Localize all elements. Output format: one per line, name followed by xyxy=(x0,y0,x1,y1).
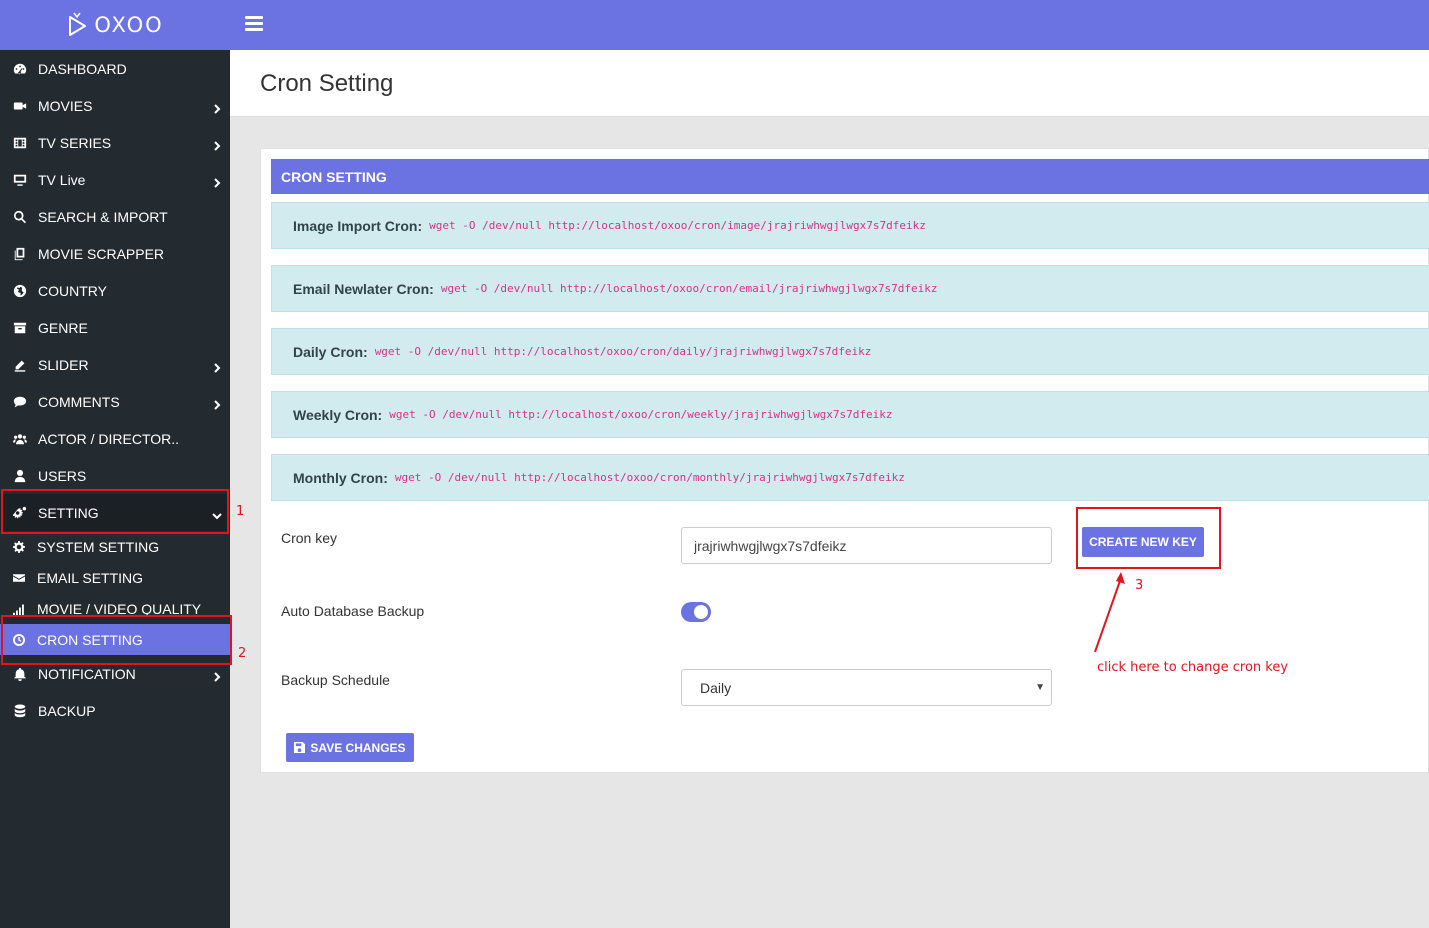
cron-command: wget -O /dev/null http://localhost/oxoo/… xyxy=(389,408,893,421)
cron-command: wget -O /dev/null http://localhost/oxoo/… xyxy=(429,219,926,232)
cron-label: Image Import Cron: xyxy=(293,217,423,234)
sidebar-item-label: COMMENTS xyxy=(38,393,120,410)
annotation-number-2: 2 xyxy=(238,646,247,661)
sidebar-item-label: NOTIFICATION xyxy=(38,665,136,682)
cron-info-email-newsletter: Email Newlater Cron: wget -O /dev/null h… xyxy=(271,265,1429,312)
page-title: Cron Setting xyxy=(260,70,394,97)
sidebar-item-search-import[interactable]: SEARCH & IMPORT xyxy=(0,198,230,235)
search-icon xyxy=(12,209,28,225)
chevron-right-icon xyxy=(212,101,222,114)
sidebar-item-actor-director[interactable]: ACTOR / DIRECTOR.. xyxy=(0,420,230,457)
sidebar-item-dashboard[interactable]: DASHBOARD xyxy=(0,50,230,87)
auto-backup-toggle[interactable] xyxy=(681,602,711,622)
monitor-icon xyxy=(12,172,28,188)
caret-down-icon: ▼ xyxy=(1035,682,1045,693)
video-camera-icon xyxy=(12,98,28,114)
sidebar: OXOO DASHBOARD MOVIES TV SERIES TV Live … xyxy=(0,0,230,928)
cron-key-label: Cron key xyxy=(281,530,338,546)
comment-icon xyxy=(12,394,28,410)
sidebar-subitem-label: SYSTEM SETTING xyxy=(37,538,160,555)
sidebar-item-label: MOVIE SCRAPPER xyxy=(38,245,165,262)
save-changes-button[interactable]: SAVE CHANGES xyxy=(286,733,414,762)
sidebar-item-label: GENRE xyxy=(38,319,88,336)
sidebar-item-label: BACKUP xyxy=(38,702,96,719)
sidebar-item-label: ACTOR / DIRECTOR.. xyxy=(38,430,180,447)
cron-command: wget -O /dev/null http://localhost/oxoo/… xyxy=(394,471,905,484)
sidebar-item-label: MOVIES xyxy=(38,97,93,114)
sidebar-item-comments[interactable]: COMMENTS xyxy=(0,383,230,420)
signal-icon xyxy=(12,602,26,616)
sidebar-item-genre[interactable]: GENRE xyxy=(0,309,230,346)
sidebar-subitem-email-setting[interactable]: EMAIL SETTING xyxy=(0,562,230,593)
sidebar-item-label: DASHBOARD xyxy=(38,60,127,77)
cron-command: wget -O /dev/null http://localhost/oxoo/… xyxy=(440,282,938,295)
sidebar-item-label: USERS xyxy=(38,467,87,484)
cron-label: Monthly Cron: xyxy=(293,469,388,486)
chevron-right-icon xyxy=(212,669,222,682)
users-icon xyxy=(12,431,28,447)
cron-key-input[interactable] xyxy=(681,527,1052,564)
selected-value: Daily xyxy=(700,679,732,696)
sidebar-item-movie-scrapper[interactable]: MOVIE SCRAPPER xyxy=(0,235,230,272)
sidebar-item-country[interactable]: COUNTRY xyxy=(0,272,230,309)
cron-info-weekly: Weekly Cron: wget -O /dev/null http://lo… xyxy=(271,391,1429,438)
archive-icon xyxy=(12,320,28,336)
dashboard-icon xyxy=(12,61,28,77)
auto-backup-label: Auto Database Backup xyxy=(281,603,425,619)
save-label: SAVE CHANGES xyxy=(310,740,406,755)
sidebar-item-label: COUNTRY xyxy=(38,282,107,299)
backup-schedule-label: Backup Schedule xyxy=(281,672,390,688)
cron-info-monthly: Monthly Cron: wget -O /dev/null http://l… xyxy=(271,454,1429,501)
sidebar-item-label: TV Live xyxy=(38,171,86,188)
chevron-right-icon xyxy=(212,138,222,151)
sidebar-item-label: SEARCH & IMPORT xyxy=(38,208,168,225)
page-header: Cron Setting xyxy=(230,50,1429,117)
sidebar-item-label: SLIDER xyxy=(38,356,89,373)
sidebar-subitem-system-setting[interactable]: SYSTEM SETTING xyxy=(0,531,230,562)
logo-bar: OXOO xyxy=(0,0,230,50)
film-icon xyxy=(12,135,28,151)
globe-icon xyxy=(12,283,28,299)
annotation-hint-text: click here to change cron key xyxy=(1097,660,1289,675)
cron-info-image-import: Image Import Cron: wget -O /dev/null htt… xyxy=(271,202,1429,249)
chevron-right-icon xyxy=(212,175,222,188)
save-icon xyxy=(294,742,306,753)
play-logo-icon xyxy=(69,12,87,36)
sidebar-item-tv-live[interactable]: TV Live xyxy=(0,161,230,198)
top-navbar xyxy=(230,0,1429,50)
logo-text: OXOO xyxy=(94,13,164,37)
sidebar-item-backup[interactable]: BACKUP xyxy=(0,692,230,729)
cron-setting-panel: CRON SETTING Image Import Cron: wget -O … xyxy=(260,148,1429,773)
bell-icon xyxy=(12,666,28,682)
annotation-number-1: 1 xyxy=(236,504,245,519)
envelope-icon xyxy=(12,571,26,585)
hamburger-menu-icon[interactable] xyxy=(245,16,263,32)
sidebar-item-tv-series[interactable]: TV SERIES xyxy=(0,124,230,161)
annotation-box-setting xyxy=(1,489,229,534)
cron-label: Email Newlater Cron: xyxy=(293,280,434,297)
cron-label: Daily Cron: xyxy=(293,343,368,360)
sidebar-item-movies[interactable]: MOVIES xyxy=(0,87,230,124)
sliders-icon xyxy=(12,357,28,373)
toggle-knob xyxy=(694,605,708,619)
chevron-right-icon xyxy=(212,360,222,373)
annotation-number-3: 3 xyxy=(1135,578,1144,593)
copy-icon xyxy=(12,246,28,262)
gear-icon xyxy=(12,540,26,554)
annotation-arrow xyxy=(1094,572,1125,653)
user-icon xyxy=(12,468,28,484)
chevron-right-icon xyxy=(212,397,222,410)
cron-command: wget -O /dev/null http://localhost/oxoo/… xyxy=(374,345,872,358)
annotation-box-cron-setting xyxy=(1,615,232,665)
annotation-box-create-key xyxy=(1076,507,1221,569)
backup-schedule-select[interactable]: Daily ▼ xyxy=(681,669,1052,706)
database-icon xyxy=(12,703,28,719)
sidebar-item-label: TV SERIES xyxy=(38,134,112,151)
sidebar-item-slider[interactable]: SLIDER xyxy=(0,346,230,383)
sidebar-subitem-label: EMAIL SETTING xyxy=(37,569,144,586)
cron-label: Weekly Cron: xyxy=(293,406,383,423)
cron-info-daily: Daily Cron: wget -O /dev/null http://loc… xyxy=(271,328,1429,375)
panel-heading: CRON SETTING xyxy=(271,159,1429,194)
logo[interactable]: OXOO xyxy=(66,12,163,38)
